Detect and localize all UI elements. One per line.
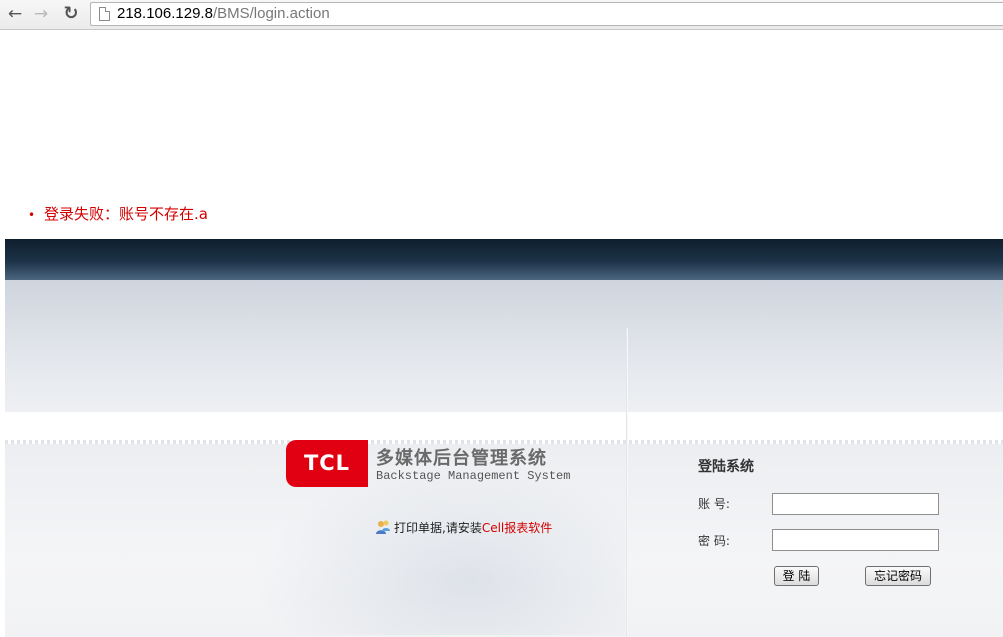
url-text[interactable]: 218.106.129.8/BMS/login.action xyxy=(117,5,330,23)
url-path: /BMS/login.action xyxy=(212,5,330,22)
system-title-en: Backstage Management System xyxy=(376,469,571,483)
error-text: 登录失败：账号不存在.a xyxy=(44,205,208,223)
account-label: 账 号: xyxy=(698,497,730,511)
panel-divider xyxy=(626,328,628,637)
system-title-cn: 多媒体后台管理系统 xyxy=(376,448,547,469)
password-input[interactable] xyxy=(772,529,939,551)
reload-icon[interactable]: ↻ xyxy=(60,3,82,25)
print-note-text: 打印单据,请安装 xyxy=(394,521,482,535)
tcl-logo-text: TCL xyxy=(303,451,351,475)
users-icon xyxy=(376,520,390,534)
tcl-logo: TCL xyxy=(286,440,368,487)
cell-report-link[interactable]: Cell报表软件 xyxy=(482,521,552,535)
account-input[interactable] xyxy=(772,493,939,515)
print-note: 打印单据,请安装Cell报表软件 xyxy=(375,519,552,537)
forward-arrow-icon[interactable]: → xyxy=(30,3,52,25)
browser-toolbar: ← → ↻ 218.106.129.8/BMS/login.action xyxy=(0,0,1003,30)
back-arrow-icon[interactable]: ← xyxy=(4,3,26,25)
login-title: 登陆系统 xyxy=(698,459,754,475)
password-label: 密 码: xyxy=(698,534,730,548)
login-button[interactable]: 登 陆 xyxy=(774,566,819,586)
header-band xyxy=(5,239,1003,280)
address-bar[interactable]: 218.106.129.8/BMS/login.action xyxy=(90,2,1003,26)
white-stripe xyxy=(5,412,1003,444)
error-bullet: • xyxy=(28,208,36,222)
url-host: 218.106.129.8 xyxy=(117,5,213,22)
forgot-password-button[interactable]: 忘记密码 xyxy=(865,566,931,586)
page-icon xyxy=(99,7,110,21)
error-message: • 登录失败：账号不存在.a xyxy=(28,204,208,224)
